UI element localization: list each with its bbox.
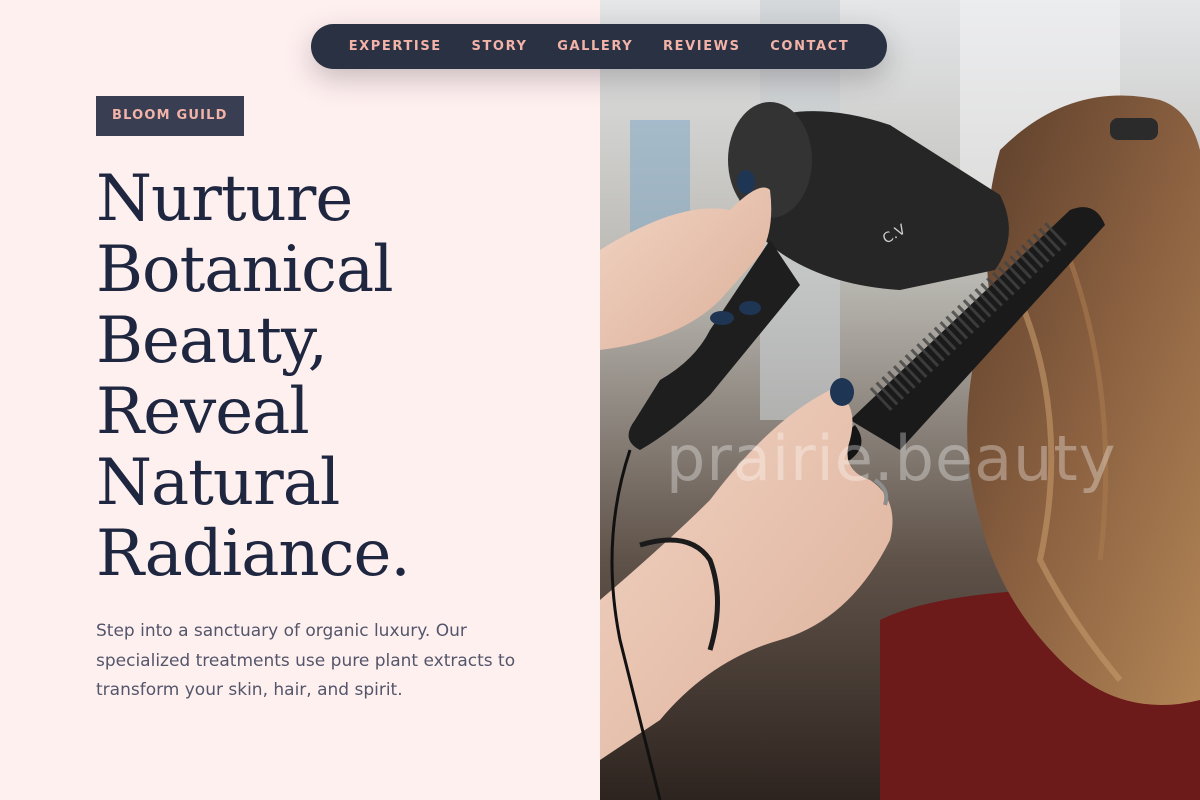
headline-line: Beauty,	[96, 304, 328, 378]
main-nav: EXPERTISE STORY GALLERY REVIEWS CONTACT	[311, 24, 887, 69]
hero-panel: BLOOM GUILD Nurture Botanical Beauty, Re…	[0, 0, 600, 800]
hero-headline: Nurture Botanical Beauty, Reveal Natural…	[96, 164, 556, 590]
nav-link-gallery[interactable]: GALLERY	[557, 39, 633, 54]
hero-photo: C.V prairie.beauty	[600, 0, 1200, 800]
nav-link-reviews[interactable]: REVIEWS	[663, 39, 741, 54]
hair-clip	[1110, 118, 1158, 140]
hero-subtext: Step into a sanctuary of organic luxury.…	[96, 621, 516, 700]
brand-badge: BLOOM GUILD	[96, 96, 244, 136]
photo-watermark: prairie.beauty	[666, 422, 1117, 495]
nail	[737, 170, 755, 194]
headline-line: Nurture	[96, 162, 353, 236]
salon-photo-illustration: C.V	[600, 0, 1200, 800]
nail	[739, 301, 761, 315]
nav-link-contact[interactable]: CONTACT	[770, 39, 849, 54]
nav-link-story[interactable]: STORY	[472, 39, 528, 54]
nail	[830, 378, 854, 406]
page: BLOOM GUILD Nurture Botanical Beauty, Re…	[0, 0, 1200, 800]
headline-line: Radiance.	[96, 517, 411, 591]
headline-line: Botanical	[96, 233, 394, 307]
headline-line: Reveal	[96, 375, 310, 449]
headline-line: Natural	[96, 446, 340, 520]
nav-link-expertise[interactable]: EXPERTISE	[349, 39, 442, 54]
nail	[710, 311, 734, 325]
